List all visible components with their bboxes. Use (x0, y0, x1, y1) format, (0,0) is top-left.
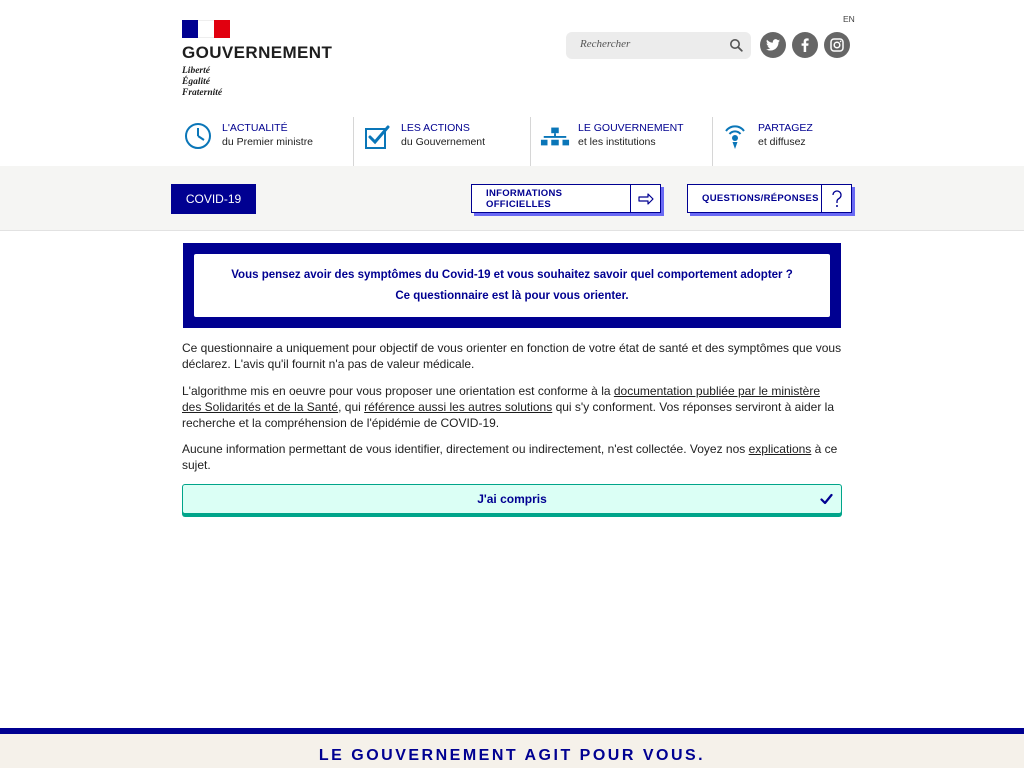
search-input[interactable] (580, 38, 720, 50)
question-mark-icon (821, 185, 851, 212)
footer-slogan: LE GOUVERNEMENT AGIT POUR VOUS. (318, 747, 706, 764)
nav-gouvernement-title: LE GOUVERNEMENT (578, 122, 684, 134)
nav-divider (712, 117, 713, 166)
motto-egalite: Égalité (182, 77, 210, 87)
nav-partagez-sub: et diffusez (758, 136, 806, 148)
info-alert: Vous pensez avoir des symptômes du Covid… (183, 243, 841, 328)
nav-actions-sub: du Gouvernement (401, 136, 486, 148)
nav-partagez-title: PARTAGEZ (758, 122, 813, 134)
motto-liberte: Liberté (182, 66, 210, 76)
alert-line-2: Ce questionnaire est là pour vous orient… (395, 289, 629, 302)
site-header: GOUVERNEMENT Liberté Égalité Fraternité … (0, 0, 1024, 117)
arrow-right-icon (630, 185, 660, 212)
logo-title: GOUVERNEMENT (182, 43, 333, 62)
nav-actualite-title: L'ACTUALITÉ (222, 122, 288, 134)
motto: Liberté Égalité Fraternité (182, 66, 332, 99)
nav-divider (530, 117, 531, 166)
questions-reponses-label: QUESTIONS/RÉPONSES (702, 193, 819, 204)
instagram-icon[interactable] (824, 32, 850, 58)
clock-icon (185, 123, 211, 149)
nav-partagez[interactable]: PARTAGEZ et diffusez (720, 117, 813, 166)
broadcast-icon (725, 125, 745, 149)
privacy-paragraph: Aucune information permettant de vous id… (182, 441, 842, 473)
main-nav: L'ACTUALITÉ du Premier ministre LES ACTI… (0, 117, 1024, 166)
algorithm-paragraph: L'algorithme mis en oeuvre pour vous pro… (182, 383, 842, 431)
nav-divider (353, 117, 354, 166)
disclaimer-paragraph: Ce questionnaire a uniquement pour objec… (182, 341, 842, 371)
facebook-icon[interactable] (792, 32, 818, 58)
tricolor-flag-icon (182, 20, 230, 38)
language-switch[interactable]: EN (843, 14, 855, 24)
algorithm-text-b: , qui (338, 400, 365, 414)
nav-actions[interactable]: LES ACTIONS du Gouvernement (363, 117, 485, 166)
nav-actualite-sub: du Premier ministre (222, 136, 314, 148)
search-box (566, 32, 751, 59)
explications-link[interactable]: explications (749, 442, 812, 456)
alert-line-1: Vous pensez avoir des symptômes du Covid… (231, 268, 793, 281)
nav-gouvernement[interactable]: LE GOUVERNEMENT et les institutions (540, 117, 684, 166)
informations-officielles-button[interactable]: INFORMATIONS OFFICIELLES (471, 184, 661, 213)
covid-tab[interactable]: COVID-19 (171, 184, 256, 214)
covid-banner: COVID-19 INFORMATIONS OFFICIELLES QUESTI… (0, 166, 1024, 231)
jai-compris-label: J'ai compris (477, 492, 547, 506)
search-icon[interactable] (729, 38, 743, 52)
twitter-icon[interactable] (760, 32, 786, 58)
nav-actions-title: LES ACTIONS (401, 122, 470, 134)
site-footer: LE GOUVERNEMENT AGIT POUR VOUS. (0, 734, 1024, 768)
gouvernement-logo[interactable]: GOUVERNEMENT Liberté Égalité Fraternité (182, 20, 332, 99)
motto-fraternite: Fraternité (182, 88, 223, 98)
nav-gouvernement-sub: et les institutions (578, 136, 656, 148)
other-solutions-link[interactable]: référence aussi les autres solutions (364, 400, 552, 414)
checkbox-icon (365, 125, 390, 149)
informations-officielles-label: INFORMATIONS OFFICIELLES (486, 187, 563, 210)
questions-reponses-button[interactable]: QUESTIONS/RÉPONSES (687, 184, 852, 213)
nav-actualite[interactable]: L'ACTUALITÉ du Premier ministre (184, 117, 313, 166)
info-alert-inner: Vous pensez avoir des symptômes du Covid… (194, 254, 830, 317)
jai-compris-button[interactable]: J'ai compris (182, 484, 842, 514)
privacy-text-a: Aucune information permettant de vous id… (182, 442, 749, 456)
org-chart-icon (540, 127, 570, 146)
checkmark-icon (820, 493, 833, 505)
algorithm-text-a: L'algorithme mis en oeuvre pour vous pro… (182, 384, 614, 398)
